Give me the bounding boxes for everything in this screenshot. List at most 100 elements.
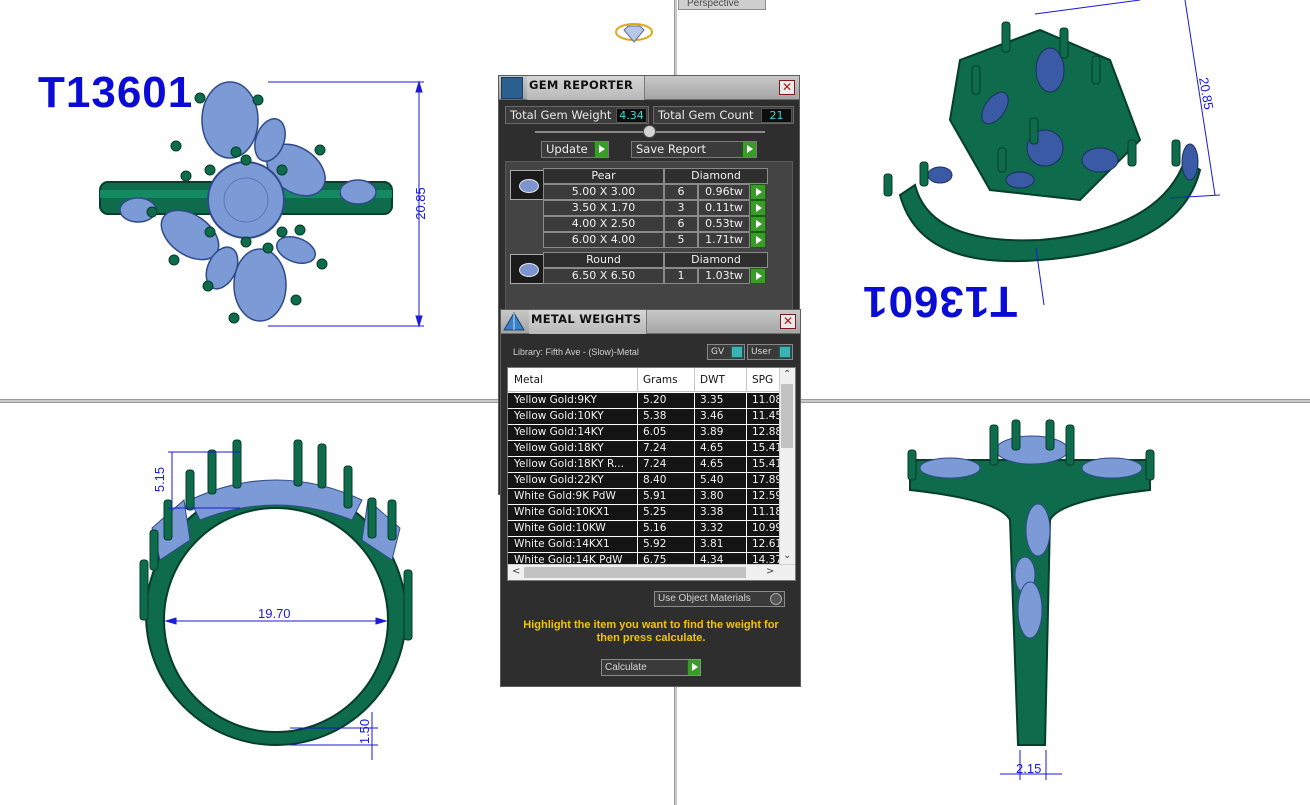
grams-cell: 5.20 bbox=[643, 394, 667, 406]
vertical-scroll-thumb[interactable] bbox=[781, 384, 793, 448]
column-header-grams[interactable]: Grams bbox=[643, 374, 678, 386]
side-view-ring[interactable] bbox=[907, 419, 1155, 746]
gem-reporter-titlebar[interactable]: GEM REPORTER ✕ bbox=[499, 76, 799, 100]
gem-reporter-icon bbox=[501, 77, 523, 99]
scroll-down-icon[interactable]: ⌄ bbox=[783, 550, 791, 561]
gem-count-cell: 3 bbox=[664, 200, 698, 216]
front-view-ring[interactable] bbox=[139, 439, 413, 746]
column-header-metal[interactable]: Metal bbox=[514, 374, 543, 386]
dimension-top-gap: 5.15 bbox=[152, 466, 168, 493]
use-object-materials-toggle[interactable]: Use Object Materials bbox=[654, 591, 785, 607]
select-gem-row-button[interactable] bbox=[750, 232, 766, 248]
metal-weights-panel: METAL WEIGHTS ✕ Library: Fifth Ave - (Sl… bbox=[500, 309, 801, 687]
grams-cell: 8.40 bbox=[643, 474, 667, 486]
calculate-button-label: Calculate bbox=[605, 662, 647, 673]
gem-size-cell: 5.00 X 3.00 bbox=[543, 184, 664, 200]
user-toggle[interactable]: User bbox=[747, 344, 793, 360]
spg-cell: 12.59 bbox=[752, 490, 780, 502]
column-divider[interactable] bbox=[746, 368, 747, 392]
radio-indicator-icon bbox=[770, 593, 782, 605]
select-gem-row-button[interactable] bbox=[750, 216, 766, 232]
table-row[interactable]: White Gold:10KX1 5.25 3.38 11.18 bbox=[508, 505, 780, 521]
column-header-dwt[interactable]: DWT bbox=[700, 374, 725, 386]
library-label: Library: Fifth Ave - (Slow)-Metal bbox=[513, 347, 639, 357]
toggle-indicator-icon bbox=[731, 346, 743, 358]
gem-material-header: Diamond bbox=[664, 252, 768, 268]
grams-cell: 7.24 bbox=[643, 442, 667, 454]
save-report-button[interactable]: Save Report bbox=[631, 141, 757, 158]
metal-name-cell: White Gold:9K PdW bbox=[514, 490, 616, 502]
table-row[interactable]: White Gold:9K PdW 5.91 3.80 12.59 bbox=[508, 489, 780, 505]
scroll-up-icon[interactable]: ⌃ bbox=[783, 369, 791, 380]
spg-cell: 15.41 bbox=[752, 458, 780, 470]
toggle-indicator-icon bbox=[779, 346, 791, 358]
gem-weight-cell: 1.71tw bbox=[698, 232, 750, 248]
dwt-cell: 3.80 bbox=[700, 490, 724, 502]
grams-cell: 5.16 bbox=[643, 522, 667, 534]
ring-thumbnail-icon[interactable] bbox=[615, 23, 653, 43]
play-icon bbox=[687, 660, 700, 675]
pear-diamond-thumbnail-icon[interactable] bbox=[510, 170, 544, 200]
metal-name-cell: White Gold:10KW bbox=[514, 522, 606, 534]
metal-weights-close-button[interactable]: ✕ bbox=[780, 314, 796, 329]
update-button[interactable]: Update bbox=[541, 141, 609, 158]
metal-name-cell: Yellow Gold:18KY bbox=[514, 442, 604, 454]
gem-weight-cell: 1.03tw bbox=[698, 268, 750, 284]
calculate-button[interactable]: Calculate bbox=[601, 659, 701, 676]
table-row[interactable]: Yellow Gold:18KY 7.24 4.65 15.41 bbox=[508, 441, 780, 457]
grams-cell: 5.38 bbox=[643, 410, 667, 422]
metal-weights-titlebar[interactable]: METAL WEIGHTS ✕ bbox=[501, 310, 800, 334]
cad-workspace: Perspective T13601 T13601 20.85 20.85 5.… bbox=[0, 0, 1310, 805]
gem-reporter-close-button[interactable]: ✕ bbox=[779, 80, 795, 95]
gem-weight-cell: 0.96tw bbox=[698, 184, 750, 200]
column-header-spg[interactable]: SPG bbox=[752, 374, 773, 386]
table-row[interactable]: White Gold:10KW 5.16 3.32 10.99 bbox=[508, 521, 780, 537]
table-row[interactable]: Yellow Gold:18KY R... 7.24 4.65 15.41 bbox=[508, 457, 780, 473]
gem-reporter-title: GEM REPORTER bbox=[529, 78, 634, 92]
gem-size-cell: 4.00 X 2.50 bbox=[543, 216, 664, 232]
gem-count-cell: 6 bbox=[664, 184, 698, 200]
gv-toggle[interactable]: GV bbox=[707, 344, 745, 360]
dwt-cell: 4.65 bbox=[700, 458, 724, 470]
gem-weight-cell: 0.53tw bbox=[698, 216, 750, 232]
select-gem-row-button[interactable] bbox=[750, 200, 766, 216]
gem-list: Pear Diamond 5.00 X 3.00 6 0.96tw 3.50 X… bbox=[505, 161, 793, 311]
perspective-view-ring[interactable] bbox=[883, 21, 1202, 263]
model-name-label-mirrored: T13601 bbox=[862, 277, 1018, 326]
column-divider[interactable] bbox=[637, 368, 638, 392]
table-row[interactable]: Yellow Gold:14KY 6.05 3.89 12.88 bbox=[508, 425, 780, 441]
dwt-cell: 3.35 bbox=[700, 394, 724, 406]
metal-name-cell: Yellow Gold:10KY bbox=[514, 410, 604, 422]
total-gem-weight-label: Total Gem Weight bbox=[510, 108, 612, 122]
select-gem-row-button[interactable] bbox=[750, 268, 766, 284]
grams-cell: 7.24 bbox=[643, 458, 667, 470]
metal-name-cell: Yellow Gold:22KY bbox=[514, 474, 604, 486]
horizontal-scroll-thumb[interactable] bbox=[524, 567, 746, 578]
table-vertical-scrollbar[interactable]: ⌃ ⌄ bbox=[779, 368, 795, 566]
table-horizontal-scrollbar[interactable]: < > bbox=[508, 564, 795, 580]
spg-cell: 17.89 bbox=[752, 474, 780, 486]
select-gem-row-button[interactable] bbox=[750, 184, 766, 200]
column-divider[interactable] bbox=[694, 368, 695, 392]
table-row[interactable]: Yellow Gold:10KY 5.38 3.46 11.45 bbox=[508, 409, 780, 425]
table-row[interactable]: White Gold:14KX1 5.92 3.81 12.61 bbox=[508, 537, 780, 553]
dwt-cell: 3.81 bbox=[700, 538, 724, 550]
round-diamond-thumbnail-icon[interactable] bbox=[510, 254, 544, 284]
grams-cell: 6.05 bbox=[643, 426, 667, 438]
top-view-ring[interactable] bbox=[99, 81, 393, 324]
gem-count-cell: 6 bbox=[664, 216, 698, 232]
spg-cell: 11.08 bbox=[752, 394, 780, 406]
scroll-left-icon[interactable]: < bbox=[512, 566, 520, 577]
play-icon bbox=[742, 142, 756, 157]
update-button-label: Update bbox=[546, 142, 588, 156]
gv-toggle-label: GV bbox=[711, 347, 725, 357]
perspective-tab[interactable]: Perspective bbox=[678, 0, 766, 10]
table-row[interactable]: Yellow Gold:22KY 8.40 5.40 17.89 bbox=[508, 473, 780, 489]
metal-weights-table[interactable]: Metal Grams DWT SPG Yellow Gold:9KY 5.20… bbox=[507, 367, 796, 581]
gem-reporter-splitter-knob[interactable] bbox=[643, 125, 656, 138]
table-row[interactable]: Yellow Gold:9KY 5.20 3.35 11.08 bbox=[508, 393, 780, 409]
spg-cell: 10.99 bbox=[752, 522, 780, 534]
scroll-right-icon[interactable]: > bbox=[766, 566, 774, 577]
grams-cell: 5.91 bbox=[643, 490, 667, 502]
dwt-cell: 3.32 bbox=[700, 522, 724, 534]
